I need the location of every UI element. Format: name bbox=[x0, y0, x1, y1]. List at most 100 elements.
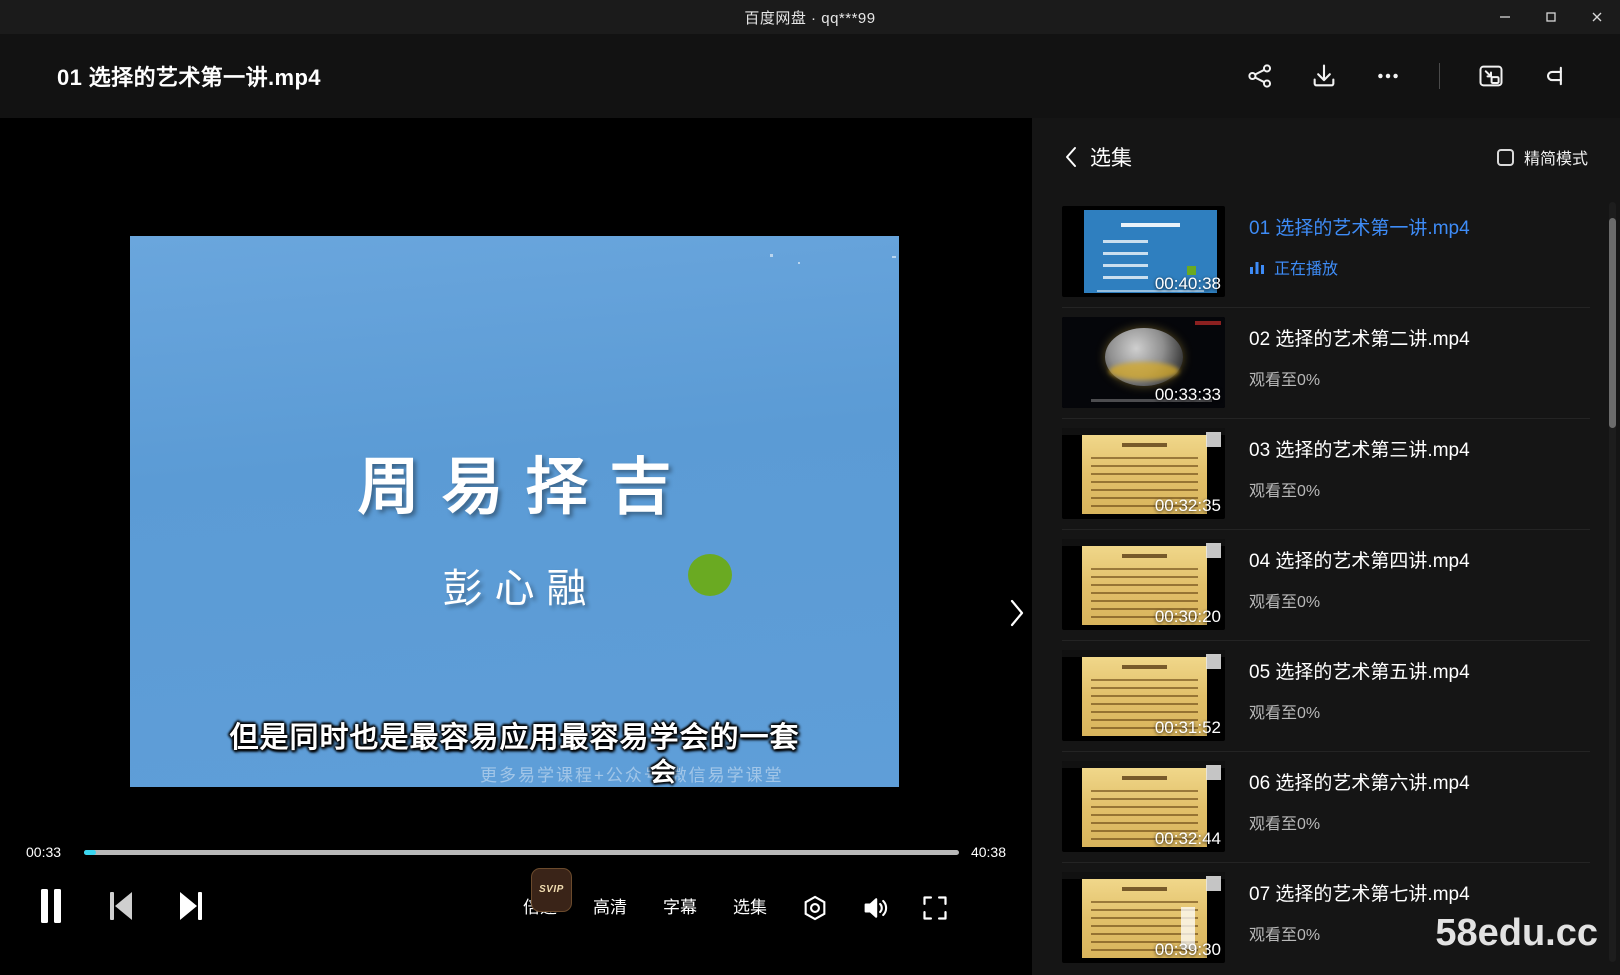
maximize-icon[interactable] bbox=[1528, 0, 1574, 34]
thumbnail-topbar bbox=[1062, 650, 1225, 657]
list-item[interactable]: 00:30:20 04 选择的艺术第四讲.mp4 观看至0% bbox=[1032, 529, 1620, 640]
video-surface[interactable]: 周易择吉 彭心融 但是同时也是最容易应用最容易学会的一套 更多易学课程+公众号:… bbox=[130, 236, 899, 787]
sidebar-scrollbar-thumb[interactable] bbox=[1609, 218, 1616, 428]
video-title-text: 周易择吉 bbox=[357, 450, 694, 523]
progress-bar[interactable] bbox=[84, 849, 959, 855]
episode-name: 03 选择的艺术第三讲.mp4 bbox=[1249, 440, 1470, 461]
list-item[interactable]: 00:40:38 01 选择的艺术第一讲.mp4 正在播放 bbox=[1032, 196, 1620, 307]
subtitle-button[interactable]: 字幕 bbox=[645, 888, 715, 928]
thumbnail-topbar bbox=[1062, 872, 1225, 879]
next-episode-chevron-icon[interactable] bbox=[1000, 588, 1032, 638]
episode-name: 05 选择的艺术第五讲.mp4 bbox=[1249, 662, 1470, 683]
download-icon[interactable] bbox=[1307, 59, 1341, 93]
progress-row: 00:33 40:38 bbox=[0, 840, 1032, 864]
video-subtitle-tail: 会 bbox=[650, 757, 677, 787]
simple-mode-toggle[interactable]: 精简模式 bbox=[1496, 118, 1588, 196]
close-icon[interactable] bbox=[1574, 0, 1620, 34]
episode-status: 观看至0% bbox=[1249, 699, 1470, 723]
episode-thumbnail[interactable]: 00:33:33 bbox=[1062, 317, 1225, 408]
thumbnail-topbar bbox=[1062, 761, 1225, 768]
thumbnail-badge-icon bbox=[1206, 654, 1221, 669]
quality-button[interactable]: 高清 bbox=[575, 888, 645, 928]
thumbnail-badge-icon bbox=[1206, 543, 1221, 558]
list-item[interactable]: 00:33:33 02 选择的艺术第二讲.mp4 观看至0% bbox=[1032, 307, 1620, 418]
episode-status: 正在播放 bbox=[1249, 255, 1470, 279]
collapse-sidebar-icon[interactable] bbox=[1538, 59, 1572, 93]
minimize-icon[interactable] bbox=[1482, 0, 1528, 34]
episode-thumbnail[interactable]: 00:30:20 bbox=[1062, 539, 1225, 630]
fullscreen-icon[interactable] bbox=[905, 888, 965, 928]
episode-name: 04 选择的艺术第四讲.mp4 bbox=[1249, 551, 1470, 572]
episode-meta: 06 选择的艺术第六讲.mp4 观看至0% bbox=[1249, 761, 1470, 834]
episodes-button[interactable]: 选集 bbox=[715, 888, 785, 928]
simple-mode-checkbox[interactable] bbox=[1496, 148, 1514, 166]
list-item[interactable]: 00:39:30 07 选择的艺术第七讲.mp4 观看至0% bbox=[1032, 862, 1620, 973]
previous-button[interactable] bbox=[106, 888, 136, 924]
more-icon[interactable] bbox=[1371, 59, 1405, 93]
episode-meta: 07 选择的艺术第七讲.mp4 观看至0% bbox=[1249, 872, 1470, 945]
episode-status: 观看至0% bbox=[1249, 366, 1470, 390]
simple-mode-label: 精简模式 bbox=[1523, 151, 1588, 168]
episode-thumbnail[interactable]: 00:32:44 bbox=[1062, 761, 1225, 852]
video-artifact bbox=[798, 262, 800, 264]
list-item[interactable]: 00:31:52 05 选择的艺术第五讲.mp4 观看至0% bbox=[1032, 640, 1620, 751]
now-playing-icon bbox=[1250, 262, 1264, 275]
thumbnail-badge-icon bbox=[1206, 876, 1221, 891]
episode-name: 07 选择的艺术第七讲.mp4 bbox=[1249, 884, 1470, 905]
video-author-text: 彭心融 bbox=[442, 566, 599, 612]
settings-icon[interactable] bbox=[785, 888, 845, 928]
thumbnail-badge-icon bbox=[1206, 765, 1221, 780]
episode-duration: 00:39:30 bbox=[1154, 940, 1221, 959]
playback-speed-button[interactable]: 倍速 SVIP bbox=[505, 868, 575, 928]
episode-status-label: 观看至0% bbox=[1249, 815, 1321, 833]
thumbnail-topbar bbox=[1062, 428, 1225, 435]
episode-meta: 02 选择的艺术第二讲.mp4 观看至0% bbox=[1249, 317, 1470, 390]
episode-name: 02 选择的艺术第二讲.mp4 bbox=[1249, 329, 1470, 350]
sidebar-back-button[interactable]: 选集 bbox=[1064, 142, 1132, 172]
current-time: 00:33 bbox=[26, 844, 62, 860]
window-title-bar: 百度网盘 · qq***99 bbox=[0, 0, 1620, 34]
episode-meta: 03 选择的艺术第三讲.mp4 观看至0% bbox=[1249, 428, 1470, 501]
option-controls: 倍速 SVIP 高清 字幕 选集 bbox=[505, 868, 965, 928]
control-buttons-row: 倍速 SVIP 高清 字幕 选集 bbox=[0, 868, 1032, 956]
share-icon[interactable] bbox=[1243, 59, 1277, 93]
header-actions bbox=[1243, 34, 1572, 118]
episode-list[interactable]: 00:40:38 01 选择的艺术第一讲.mp4 正在播放 00:33:33 0… bbox=[1032, 196, 1620, 975]
episode-thumbnail[interactable]: 00:40:38 bbox=[1062, 206, 1225, 297]
episode-thumbnail[interactable]: 00:31:52 bbox=[1062, 650, 1225, 741]
episode-name: 06 选择的艺术第六讲.mp4 bbox=[1249, 773, 1470, 794]
sidebar-title: 选集 bbox=[1090, 147, 1132, 170]
episode-status-label: 观看至0% bbox=[1249, 704, 1321, 722]
window-title: 百度网盘 · qq***99 bbox=[744, 9, 876, 27]
player-controls: 00:33 40:38 SVIP 高清 字幕 选集 bbox=[0, 818, 1032, 975]
video-watermark: 更多易学课程+公众号:微信易学课堂 bbox=[480, 766, 784, 785]
list-item[interactable]: 00:32:35 03 选择的艺术第三讲.mp4 观看至0% bbox=[1032, 418, 1620, 529]
page-title: 01 选择的艺术第一讲.mp4 bbox=[57, 65, 321, 90]
episode-meta: 05 选择的艺术第五讲.mp4 观看至0% bbox=[1249, 650, 1470, 723]
pause-button[interactable] bbox=[36, 886, 66, 926]
video-artifact bbox=[892, 256, 896, 258]
episode-thumbnail[interactable]: 00:32:35 bbox=[1062, 428, 1225, 519]
episode-duration: 00:32:35 bbox=[1154, 496, 1221, 515]
episode-status: 观看至0% bbox=[1249, 921, 1470, 945]
list-item[interactable]: 00:32:44 06 选择的艺术第六讲.mp4 观看至0% bbox=[1032, 751, 1620, 862]
video-subtitle: 但是同时也是最容易应用最容易学会的一套 bbox=[229, 722, 800, 754]
total-time: 40:38 bbox=[970, 844, 1006, 860]
episode-duration: 00:33:33 bbox=[1154, 385, 1221, 404]
episode-status-label: 观看至0% bbox=[1249, 926, 1321, 944]
next-button[interactable] bbox=[176, 888, 206, 924]
window-controls bbox=[1482, 0, 1620, 34]
header-divider bbox=[1439, 63, 1440, 89]
progress-played bbox=[84, 849, 97, 855]
player-header: 01 选择的艺术第一讲.mp4 bbox=[0, 34, 1620, 118]
chevron-left-icon bbox=[1066, 147, 1076, 167]
episode-status-label: 正在播放 bbox=[1274, 260, 1339, 278]
episode-duration: 00:31:52 bbox=[1154, 718, 1221, 737]
thumbnail-globe bbox=[1104, 328, 1183, 387]
episode-thumbnail[interactable]: 00:39:30 bbox=[1062, 872, 1225, 963]
picture-in-picture-icon[interactable] bbox=[1474, 59, 1508, 93]
volume-icon[interactable] bbox=[845, 888, 905, 928]
episode-name: 01 选择的艺术第一讲.mp4 bbox=[1249, 218, 1470, 239]
episode-status: 观看至0% bbox=[1249, 810, 1470, 834]
episode-duration: 00:32:44 bbox=[1154, 829, 1221, 848]
